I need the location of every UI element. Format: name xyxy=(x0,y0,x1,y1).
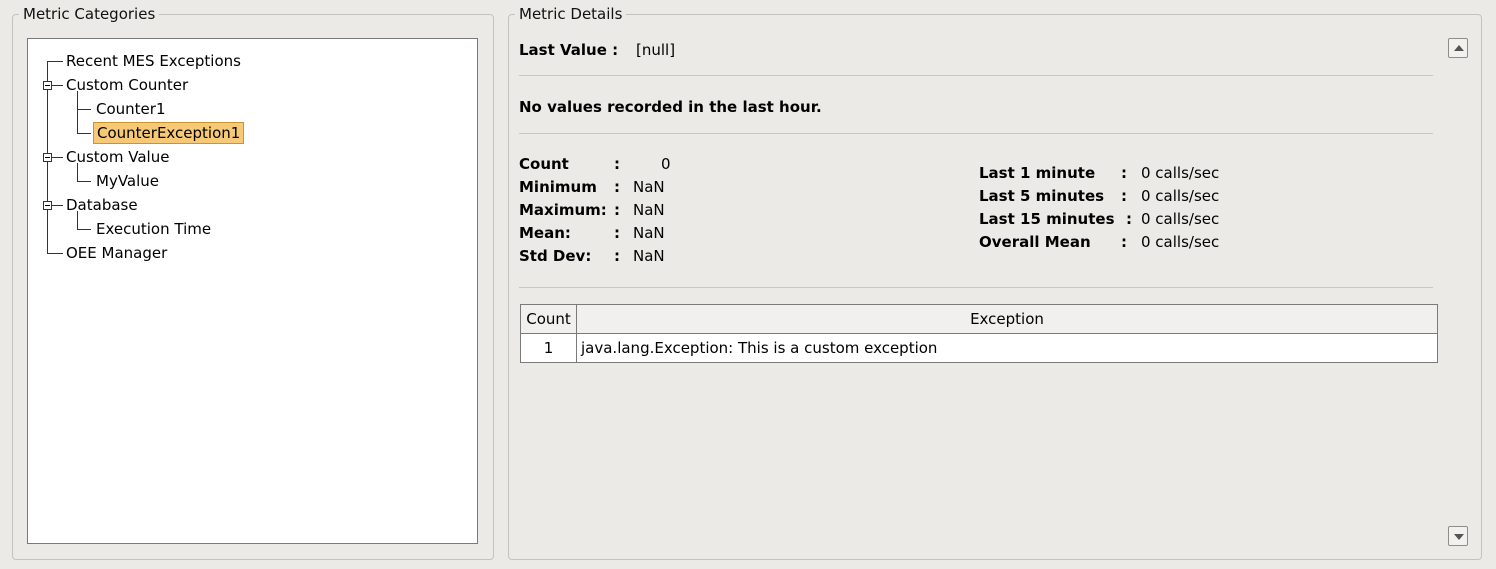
separator xyxy=(519,287,1433,288)
last-value: [null] xyxy=(636,41,676,59)
details-scrollbar[interactable] xyxy=(1448,34,1470,550)
metric-details-legend: Metric Details xyxy=(515,5,627,23)
tree-item-myvalue[interactable]: MyValue xyxy=(93,170,162,192)
scroll-down-button[interactable] xyxy=(1448,526,1468,546)
tree-item-label: Custom Value xyxy=(66,148,170,166)
tree-connector xyxy=(47,61,63,62)
separator xyxy=(519,75,1433,76)
stat-colon: : xyxy=(614,247,620,265)
tree-item-oee-manager[interactable]: OEE Manager xyxy=(63,242,170,264)
rate-label-last-1-minute: Last 1 minute xyxy=(979,164,1096,182)
tree-connector xyxy=(77,229,91,230)
metric-tree[interactable]: Recent MES Exceptions Custom Counter Cou… xyxy=(27,38,478,544)
metric-categories-legend: Metric Categories xyxy=(19,5,160,23)
tree-item-label-selected: CounterException1 xyxy=(93,122,245,144)
tree-connector xyxy=(77,109,91,110)
tree-item-label: Custom Counter xyxy=(66,76,189,94)
collapse-toggle-icon[interactable] xyxy=(43,201,52,210)
cell-count: 1 xyxy=(521,334,577,362)
no-values-message: No values recorded in the last hour. xyxy=(519,98,822,116)
stat-value-maximum: NaN xyxy=(633,201,665,219)
tree-item-label: OEE Manager xyxy=(66,244,168,262)
stat-label-minimum: Minimum xyxy=(519,178,597,196)
stat-label-maximum: Maximum: xyxy=(519,201,607,219)
tree-item-counterexception1[interactable]: CounterException1 xyxy=(93,122,245,144)
rate-colon: : xyxy=(1126,210,1132,228)
stat-value-std-dev: NaN xyxy=(633,247,665,265)
tree-item-database[interactable]: Database xyxy=(63,194,141,216)
rate-value-overall-mean: 0 calls/sec xyxy=(1141,233,1220,251)
tree-item-label: MyValue xyxy=(96,172,160,190)
stat-label-mean: Mean: xyxy=(519,224,571,242)
rate-value-last-1-minute: 0 calls/sec xyxy=(1141,164,1220,182)
table-row[interactable]: 1 java.lang.Exception: This is a custom … xyxy=(521,334,1437,362)
tree-child-line xyxy=(77,91,78,133)
column-header-exception[interactable]: Exception xyxy=(577,305,1437,333)
column-header-count[interactable]: Count xyxy=(521,305,577,333)
stat-label-count: Count xyxy=(519,155,569,173)
tree-item-execution-time[interactable]: Execution Time xyxy=(93,218,214,240)
rate-label-last-15-minutes: Last 15 minutes xyxy=(979,210,1115,228)
exceptions-table: Count Exception 1 java.lang.Exception: T… xyxy=(520,304,1438,363)
rate-value-last-15-minutes: 0 calls/sec xyxy=(1141,210,1220,228)
tree-item-label: Recent MES Exceptions xyxy=(66,52,241,70)
stat-label-std-dev: Std Dev: xyxy=(519,247,592,265)
rate-colon: : xyxy=(1121,187,1127,205)
arrow-up-icon xyxy=(1454,45,1464,51)
rate-label-overall-mean: Overall Mean xyxy=(979,233,1091,251)
stat-value-mean: NaN xyxy=(633,224,665,242)
rate-label-last-5-minutes: Last 5 minutes xyxy=(979,187,1105,205)
tree-item-counter1[interactable]: Counter1 xyxy=(93,98,169,120)
arrow-down-icon xyxy=(1454,534,1464,540)
tree-connector xyxy=(77,181,91,182)
tree-connector xyxy=(77,133,91,134)
separator xyxy=(519,133,1433,134)
last-value-label: Last Value : xyxy=(519,41,619,59)
tree-item-label: Execution Time xyxy=(96,220,212,238)
tree-item-custom-counter[interactable]: Custom Counter xyxy=(63,74,191,96)
collapse-toggle-icon[interactable] xyxy=(43,153,52,162)
rate-colon: : xyxy=(1121,233,1127,251)
collapse-toggle-icon[interactable] xyxy=(43,81,52,90)
tree-connector xyxy=(47,253,63,254)
tree-item-label: Counter1 xyxy=(96,100,166,118)
stat-value-count: 0 xyxy=(661,155,671,173)
tree-item-label: Database xyxy=(66,196,138,214)
stat-colon: : xyxy=(614,224,620,242)
stat-colon: : xyxy=(614,201,620,219)
stat-colon: : xyxy=(614,178,620,196)
cell-exception: java.lang.Exception: This is a custom ex… xyxy=(581,339,938,357)
rate-value-last-5-minutes: 0 calls/sec xyxy=(1141,187,1220,205)
rate-colon: : xyxy=(1121,164,1127,182)
scroll-up-button[interactable] xyxy=(1448,38,1468,58)
table-header-row: Count Exception xyxy=(521,305,1437,334)
tree-item-custom-value[interactable]: Custom Value xyxy=(63,146,172,168)
stat-colon: : xyxy=(614,155,620,173)
stat-value-minimum: NaN xyxy=(633,178,665,196)
tree-item-recent-mes-exceptions[interactable]: Recent MES Exceptions xyxy=(63,50,244,72)
